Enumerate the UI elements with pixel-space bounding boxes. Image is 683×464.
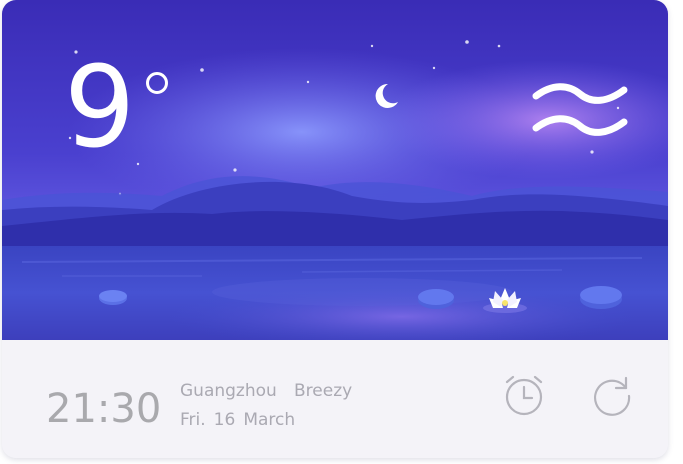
crescent-moon-icon: [375, 83, 398, 108]
refresh-button[interactable]: [588, 372, 636, 420]
lily-pad: [580, 286, 622, 309]
month-name: March: [243, 410, 296, 430]
temperature-value: 9: [64, 43, 135, 173]
date-line: Fri. 16 March: [180, 410, 303, 430]
weather-widget: 9 21:30 Guangzhou Breezy Fri. 16 March: [2, 0, 668, 458]
day-of-month: 16: [213, 410, 236, 430]
refresh-icon: [594, 376, 631, 416]
current-time: 21:30: [46, 386, 162, 432]
weather-condition: Breezy: [294, 381, 353, 401]
city-name: Guangzhou: [180, 381, 277, 401]
weekday: Fri.: [180, 410, 206, 430]
lily-pad: [99, 290, 127, 305]
wind-icon: [532, 83, 628, 136]
alarm-button[interactable]: [500, 372, 548, 420]
lily-pad: [418, 289, 454, 309]
alarm-clock-icon: [505, 375, 543, 416]
degree-symbol-icon: [146, 72, 168, 94]
